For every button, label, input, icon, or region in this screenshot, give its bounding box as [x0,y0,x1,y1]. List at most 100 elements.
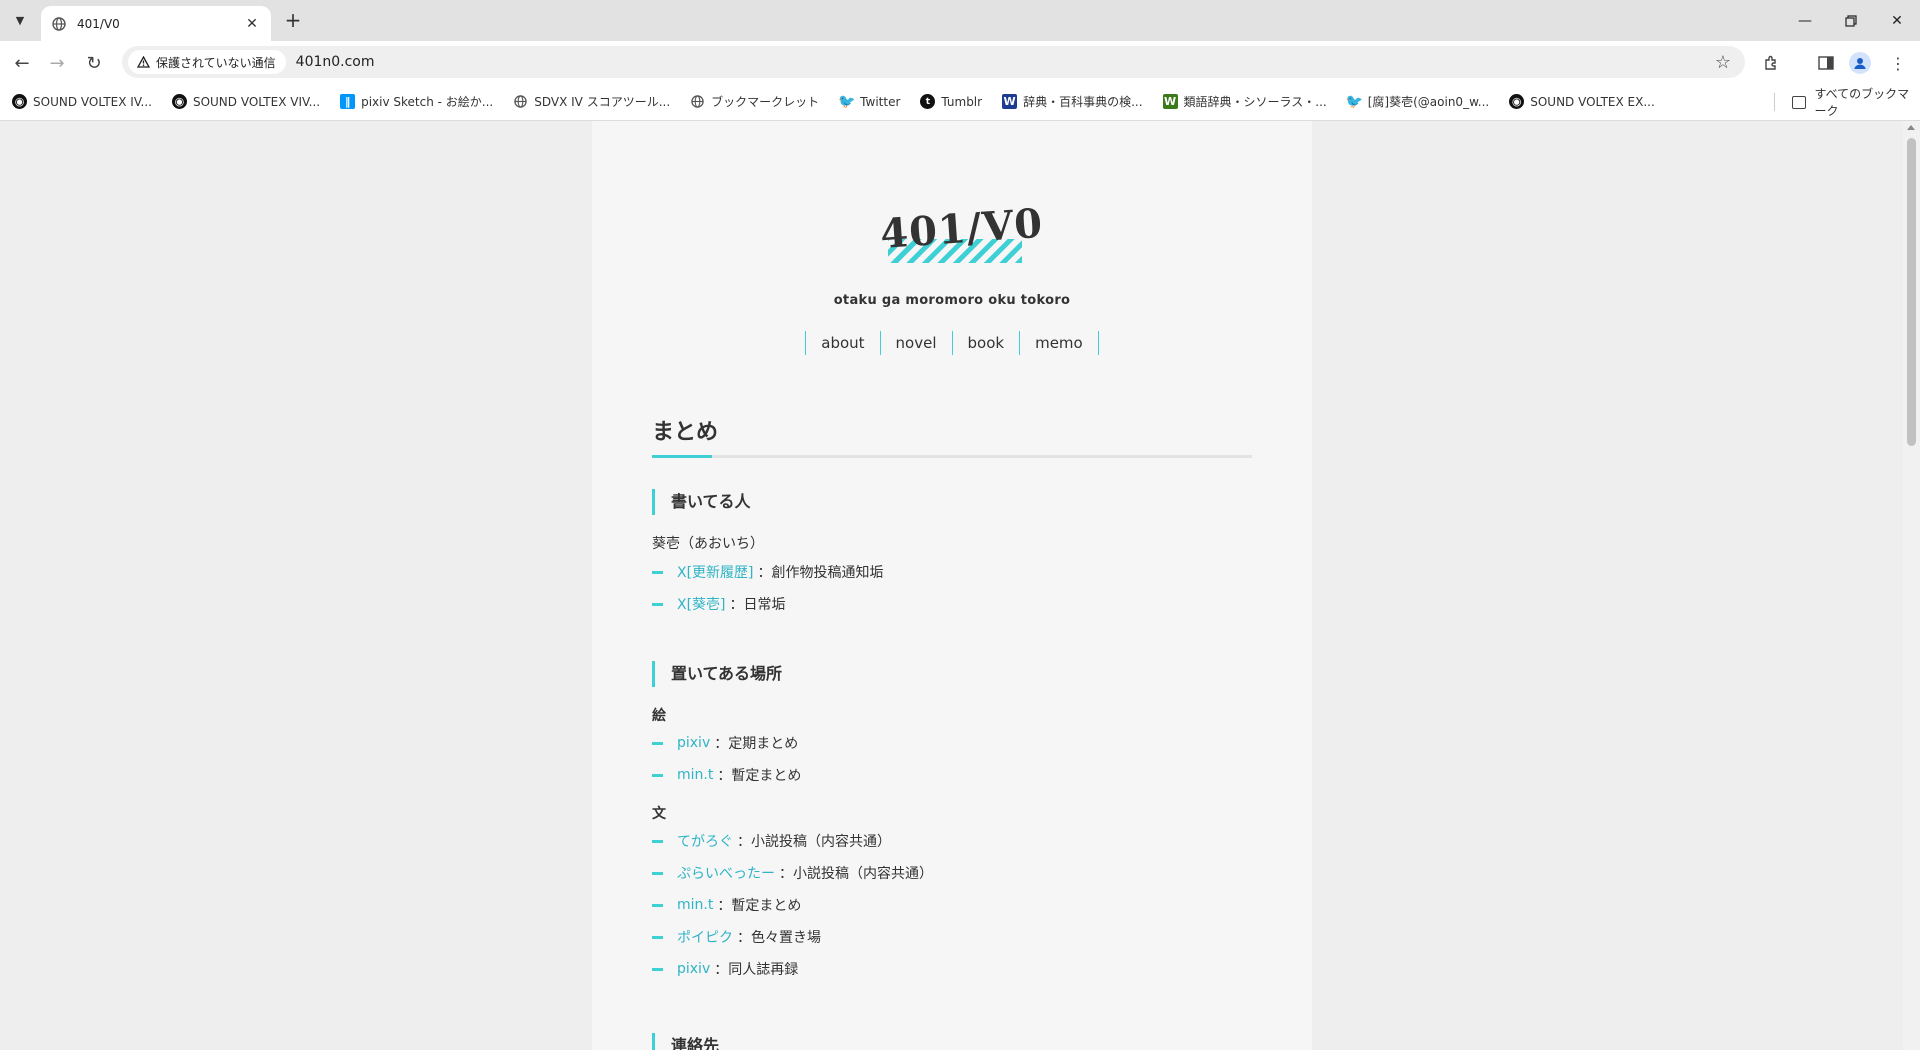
list-dash [652,570,663,574]
tumblr-icon: t [920,94,936,109]
bookmark-item[interactable]: ◉ SOUND VOLTEX VIV... [171,90,320,114]
restore-icon[interactable] [1828,0,1874,41]
globe-icon [690,94,706,109]
twitter-icon: 🐦 [837,93,856,110]
menu-kebab-icon[interactable]: ⋮ [1884,49,1912,77]
list-item: pixiv ：同人誌再録 [652,959,798,979]
reload-icon[interactable]: ↻ [80,49,108,77]
link-poipiku[interactable]: ポイピク [677,927,733,947]
nav-about[interactable]: about [805,331,879,355]
section-heading-author: 書いてる人 [652,489,751,515]
site-nav: about novel book memo [592,331,1312,355]
security-label: 保護されていない通信 [156,55,276,70]
sdvx-icon: ◉ [171,94,187,109]
bookmark-item[interactable]: 🐦 [腐]葵壱(@aoin0_w... [1345,90,1490,114]
bookmark-item[interactable]: W 辞典・百科事典の検... [1002,90,1143,114]
author-name: 葵壱（あおいち） [652,536,764,552]
close-window-icon[interactable]: ✕ [1874,0,1920,41]
bookmark-star-icon[interactable]: ☆ [1711,50,1735,74]
nav-book[interactable]: book [951,331,1020,355]
profile-icon[interactable] [1846,49,1874,77]
bookmarks-divider [1774,93,1775,111]
twitter-icon: 🐦 [1345,93,1363,110]
folder-icon [1792,95,1807,109]
link-pixiv-text[interactable]: pixiv [677,961,710,977]
list-dash [652,871,663,875]
browser-chrome: ▼ 401/V0 ✕ + — ✕ ← → ↻ 保護されていない通信 401n0.… [0,0,1920,121]
bookmark-item[interactable]: ブックマークレット [690,90,819,114]
list-dash [652,935,663,939]
bookmark-item[interactable]: 🐦 Twitter [837,90,900,114]
list-dash [652,967,663,971]
section-heading-contact: 連絡先 [652,1033,719,1050]
bookmark-item[interactable]: W 類語辞典・シソーラス・... [1162,90,1327,114]
list-item: X[葵壱] ：日常垢 [652,594,786,614]
list-item: min.t ：暫定まとめ [652,765,801,785]
pixiv-icon: ‖ [340,94,356,109]
nav-memo[interactable]: memo [1019,331,1099,355]
link-tegalog[interactable]: てがろぐ [677,831,733,851]
scroll-thumb[interactable] [1907,138,1916,446]
list-item: ぷらいべったー ：小説投稿（内容共通） [652,863,933,883]
link-mint-text[interactable]: min.t [677,897,713,913]
all-bookmarks-button[interactable]: すべてのブックマーク [1792,87,1920,118]
link-mint-art[interactable]: min.t [677,767,713,783]
globe-icon [51,16,67,32]
bookmark-item[interactable]: ◉ SOUND VOLTEX IV... [12,90,152,114]
list-dash [652,839,663,843]
list-dash [652,602,663,606]
tab-strip: ▼ 401/V0 ✕ + — ✕ [0,0,1920,41]
site-logo[interactable]: 401/V0 [879,200,1045,271]
new-tab-icon[interactable]: + [281,8,305,32]
back-icon[interactable]: ← [8,49,36,77]
toolbar: ← → ↻ 保護されていない通信 401n0.com ☆ ⋮ [0,41,1920,83]
page-title: まとめ [652,411,1252,458]
list-dash [652,773,663,777]
minimize-icon[interactable]: — [1782,0,1828,41]
nav-novel[interactable]: novel [879,331,952,355]
url-text[interactable]: 401n0.com [296,54,375,70]
section-heading-places: 置いてある場所 [652,661,782,687]
bookmark-item[interactable]: t Tumblr [920,90,982,114]
bookmark-item[interactable]: SDVX IV スコアツール... [513,90,670,114]
address-bar[interactable]: 保護されていない通信 401n0.com ☆ [122,46,1745,78]
subheading-text: 文 [652,806,666,822]
security-chip[interactable]: 保護されていない通信 [128,50,286,74]
link-x-updates[interactable]: X[更新履歴] [677,562,754,582]
list-dash [652,903,663,907]
weblio-thesaurus-icon: W [1162,94,1178,109]
extensions-icon[interactable] [1757,49,1785,77]
scroll-up-arrow-icon[interactable] [1907,125,1915,130]
link-privatter[interactable]: ぷらいべったー [677,863,775,883]
avatar [1849,52,1871,74]
window-controls: — ✕ [1782,0,1920,41]
bookmarks-bar: ◉ SOUND VOLTEX IV... ◉ SOUND VOLTEX VIV...… [0,83,1920,121]
subheading-art: 絵 [652,708,666,724]
active-tab[interactable]: 401/V0 ✕ [41,6,271,41]
page-viewport: 401/V0 otaku ga moromoro oku tokoro abou… [0,121,1920,1050]
list-item: pixiv ：定期まとめ [652,733,798,753]
side-panel-icon[interactable] [1812,49,1840,77]
sdvx-icon: ◉ [1509,94,1525,109]
weblio-icon: W [1002,94,1018,109]
title-rule [652,455,1252,458]
site-tagline: otaku ga moromoro oku tokoro [833,293,1071,308]
page-card: 401/V0 otaku ga moromoro oku tokoro abou… [592,121,1312,1050]
list-item: ポイピク ：色々置き場 [652,927,821,947]
bookmark-item[interactable]: ‖ pixiv Sketch - お絵か... [340,90,493,114]
tab-search-icon[interactable]: ▼ [8,8,32,32]
list-dash [652,741,663,745]
bookmark-item[interactable]: ◉ SOUND VOLTEX EX... [1509,90,1655,114]
close-tab-icon[interactable]: ✕ [243,15,261,33]
tab-title: 401/V0 [77,16,120,31]
globe-icon [513,94,529,109]
link-pixiv-art[interactable]: pixiv [677,735,710,751]
list-item: てがろぐ ：小説投稿（内容共通） [652,831,891,851]
warning-icon [136,55,150,69]
sdvx-icon: ◉ [12,94,27,109]
link-x-aoichi[interactable]: X[葵壱] [677,594,726,614]
main-content: まとめ 書いてる人 葵壱（あおいち） X[更新履歴] ：創作物投稿通知垢 X[葵… [652,411,1252,1050]
title-accent [652,455,712,458]
page-scrollbar[interactable] [1903,121,1920,1050]
forward-icon[interactable]: → [43,49,71,77]
